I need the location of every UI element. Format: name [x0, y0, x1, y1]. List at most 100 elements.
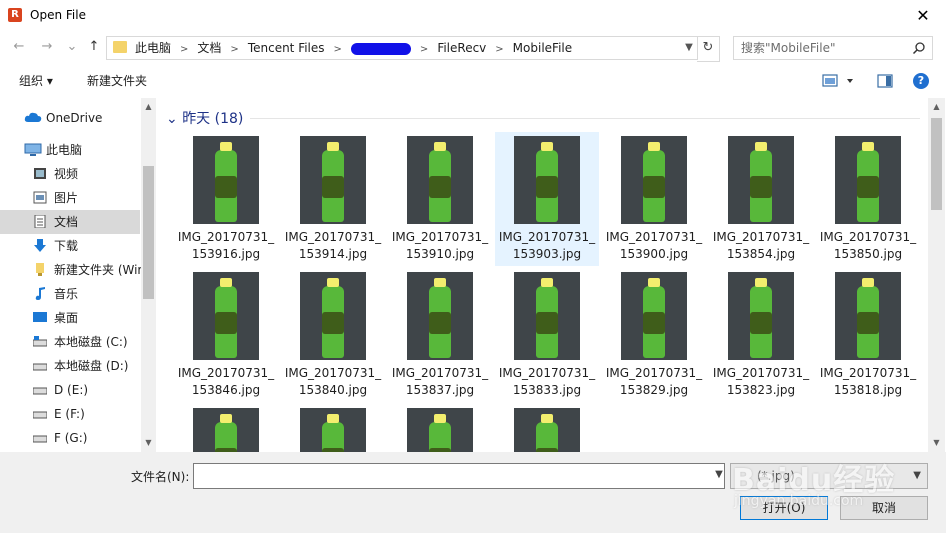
scroll-up-icon[interactable]: ▲	[141, 102, 156, 111]
title-bar: R Open File ✕	[0, 0, 946, 32]
sidebar-item-drive-f[interactable]: E (F:)	[0, 402, 140, 426]
content-scrollbar[interactable]: ▲ ▼	[928, 98, 945, 452]
sidebar-item-drive-d[interactable]: 本地磁盘 (D:)	[0, 354, 140, 378]
chevron-down-icon[interactable]: ▼	[712, 464, 726, 486]
breadcrumb-filerecv[interactable]: FileRecv	[437, 37, 486, 59]
file-tile[interactable]: IMG_20170731_ 153850.jpg	[816, 132, 920, 266]
file-name: IMG_20170731_ 153818.jpg	[816, 365, 920, 399]
file-name: IMG_20170731_ 153916.jpg	[174, 229, 278, 263]
file-name-line: IMG_20170731_	[177, 230, 275, 244]
chevron-right-icon[interactable]: >	[495, 39, 503, 61]
sidebar-item-drive-e[interactable]: D (E:)	[0, 378, 140, 402]
breadcrumb-documents[interactable]: 文档	[197, 37, 221, 59]
image-thumbnail	[514, 408, 580, 452]
sidebar-item-downloads[interactable]: 下载	[0, 234, 140, 258]
thumbnail-shape	[327, 278, 339, 287]
filename-label: 文件名(N):	[131, 470, 190, 484]
file-tile[interactable]	[174, 404, 278, 452]
view-options-icon[interactable]	[822, 73, 858, 89]
file-name: IMG_20170731_ 153846.jpg	[174, 365, 278, 399]
file-tile[interactable]: IMG_20170731_ 153903.jpg	[495, 132, 599, 266]
file-tile[interactable]: IMG_20170731_ 153823.jpg	[709, 268, 813, 402]
chevron-right-icon[interactable]: >	[180, 39, 188, 61]
group-header[interactable]: ⌄ 昨天 (18)	[166, 108, 243, 128]
scroll-up-icon[interactable]: ▲	[929, 102, 944, 111]
file-tile[interactable]: IMG_20170731_ 153837.jpg	[388, 268, 492, 402]
breadcrumb-this-pc[interactable]: 此电脑	[135, 37, 171, 59]
sidebar-scroll-thumb[interactable]	[143, 166, 154, 299]
chevron-right-icon[interactable]: >	[420, 39, 428, 61]
up-folder-button[interactable]: ↑	[85, 37, 103, 57]
new-folder-button[interactable]: 新建文件夹	[87, 66, 147, 96]
sidebar-item-documents[interactable]: 文档	[0, 210, 140, 234]
file-tile[interactable]: IMG_20170731_ 153910.jpg	[388, 132, 492, 266]
back-button[interactable]: ←	[10, 37, 28, 57]
chevron-right-icon[interactable]: >	[230, 39, 238, 61]
file-tile[interactable]: IMG_20170731_ 153846.jpg	[174, 268, 278, 402]
file-name-line: 153840.jpg	[298, 383, 368, 397]
file-name-line: 153903.jpg	[512, 247, 582, 261]
file-tile[interactable]: IMG_20170731_ 153840.jpg	[281, 268, 385, 402]
breadcrumb-redacted[interactable]	[350, 37, 411, 59]
sidebar-item-videos[interactable]: 视频	[0, 162, 140, 186]
file-name: IMG_20170731_ 153833.jpg	[495, 365, 599, 399]
file-tile[interactable]	[388, 404, 492, 452]
drive-icon	[33, 336, 47, 347]
file-tile[interactable]: IMG_20170731_ 153829.jpg	[602, 268, 706, 402]
breadcrumb-tencent-files[interactable]: Tencent Files	[248, 37, 325, 59]
refresh-button[interactable]: ↻	[697, 36, 720, 62]
close-button[interactable]: ✕	[910, 4, 936, 28]
image-thumbnail	[835, 272, 901, 360]
recent-locations-button[interactable]: ⌄	[63, 37, 81, 57]
chevron-down-icon: ▼	[913, 470, 921, 481]
sidebar-item-music[interactable]: 音乐	[0, 282, 140, 306]
file-name: IMG_20170731_ 153854.jpg	[709, 229, 813, 263]
sidebar-item-drive-g[interactable]: F (G:)	[0, 426, 140, 450]
image-thumbnail	[514, 272, 580, 360]
file-name-line: IMG_20170731_	[391, 230, 489, 244]
image-thumbnail	[514, 136, 580, 224]
file-tile[interactable]: IMG_20170731_ 153854.jpg	[709, 132, 813, 266]
content-scroll-thumb[interactable]	[931, 118, 942, 210]
file-tile[interactable]: IMG_20170731_ 153914.jpg	[281, 132, 385, 266]
help-icon[interactable]: ?	[913, 73, 929, 89]
scroll-down-icon[interactable]: ▼	[141, 438, 156, 447]
download-icon	[34, 239, 46, 252]
search-input[interactable]: 搜索"MobileFile"	[733, 36, 933, 60]
file-tile[interactable]: IMG_20170731_ 153833.jpg	[495, 268, 599, 402]
file-tile[interactable]: IMG_20170731_ 153818.jpg	[816, 268, 920, 402]
breadcrumb-mobilefile[interactable]: MobileFile	[513, 37, 572, 59]
organize-menu[interactable]: 组织 ▾	[19, 66, 53, 96]
forward-button[interactable]: →	[38, 37, 56, 57]
thumbnail-shape	[220, 278, 232, 287]
address-bar[interactable]: 此电脑 > 文档 > Tencent Files > > FileRecv > MobileFil…	[106, 36, 698, 60]
filename-field[interactable]	[193, 463, 725, 489]
file-name-line: 153910.jpg	[405, 247, 475, 261]
file-tile[interactable]: IMG_20170731_ 153916.jpg	[174, 132, 278, 266]
file-name-line: IMG_20170731_	[819, 366, 917, 380]
file-list: ⌄ 昨天 (18) IMG_20170731_ 153916.jpg IMG_201…	[158, 98, 928, 452]
sidebar-item-this-pc[interactable]: 此电脑	[0, 138, 140, 162]
file-tile[interactable]	[495, 404, 599, 452]
sidebar-item-desktop[interactable]: 桌面	[0, 306, 140, 330]
chevron-down-icon[interactable]: ▼	[681, 37, 697, 59]
chevron-down-icon: ⌄	[166, 111, 178, 127]
preview-pane-icon[interactable]	[877, 73, 893, 89]
image-thumbnail	[193, 408, 259, 452]
file-name-line: 153916.jpg	[191, 247, 261, 261]
sidebar-item-new-folder[interactable]: 新建文件夹 (Wir	[0, 258, 142, 282]
navigation-row: ← → ⌄ ↑ 此电脑 > 文档 > Tencent Files > > FileRecv > M…	[0, 32, 946, 62]
sidebar-item-onedrive[interactable]: OneDrive	[0, 106, 140, 130]
scroll-down-icon[interactable]: ▼	[929, 438, 944, 447]
thumbnail-shape	[755, 278, 767, 287]
file-tile[interactable]	[281, 404, 385, 452]
chevron-right-icon[interactable]: >	[334, 39, 342, 61]
image-thumbnail	[621, 136, 687, 224]
folder-icon	[113, 41, 127, 53]
sidebar-scrollbar[interactable]: ▲ ▼	[141, 98, 156, 452]
sidebar-item-pictures[interactable]: 图片	[0, 186, 140, 210]
file-tile[interactable]: IMG_20170731_ 153900.jpg	[602, 132, 706, 266]
image-thumbnail	[407, 408, 473, 452]
file-name-line: 153850.jpg	[833, 247, 903, 261]
sidebar-item-drive-c[interactable]: 本地磁盘 (C:)	[0, 330, 140, 354]
